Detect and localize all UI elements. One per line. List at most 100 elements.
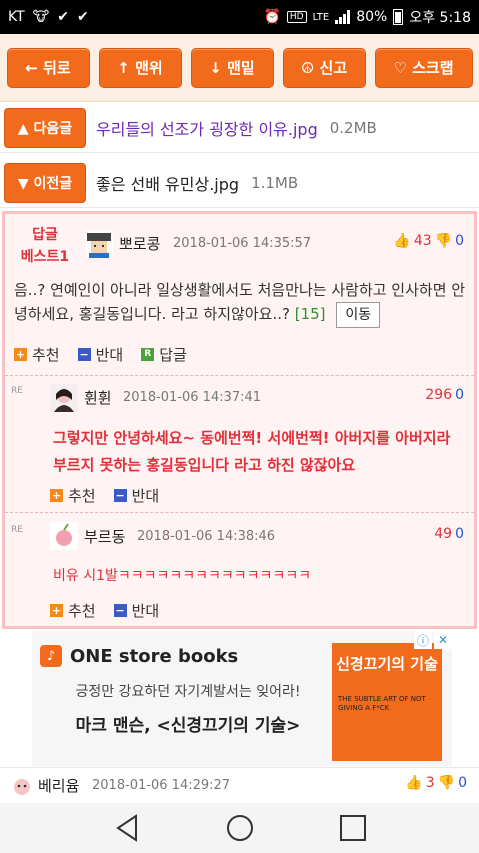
sub-reply-votes: 49 0	[434, 526, 464, 542]
sub-reply-text: 그렇지만 안녕하세요~ 동에번쩍! 서에번쩍! 아버지를 아버지라 부르지 못하…	[53, 429, 451, 474]
oppose-label: 반대	[95, 346, 124, 364]
reply-votes: 👍 43 👎 0	[393, 233, 464, 249]
prev-post-size: 1.1MB	[251, 173, 299, 192]
home-nav-icon[interactable]	[225, 813, 255, 843]
oppose-button[interactable]: − 반대	[77, 344, 124, 365]
status-bar: KT 🐮 ✔ ✔ ⏰ HD LTE 80% 오후 5:18	[0, 0, 479, 34]
best-reply-label: 답글 베스트1	[13, 224, 77, 268]
reply-icon: R	[141, 348, 155, 361]
up-count: 49	[434, 526, 453, 542]
thumbs-down-icon: 👎	[437, 775, 456, 791]
reply-text: 음..? 연예인이 아니라 일상생활에서도 처음만나는 사람하고 인사하면 안녕…	[14, 278, 466, 328]
up-count: 3	[425, 775, 435, 791]
recents-nav-icon[interactable]	[338, 813, 368, 843]
reply-date: 2018-01-06 14:35:57	[173, 236, 312, 251]
clock: 오후 5:18	[409, 10, 471, 26]
sub-reply-actions: + 추천 − 반대	[50, 485, 159, 506]
thumbs-up-icon: 👍	[393, 233, 411, 249]
best-label-line2: 베스트1	[20, 249, 70, 265]
reply-author[interactable]: 뽀로콩	[119, 233, 160, 254]
recommend-button[interactable]: + 추천	[50, 485, 96, 506]
ad-banner[interactable]: ♪ ONE store books 긍정만 강요하던 자기계발서는 잊어라! 마…	[32, 631, 452, 766]
re-icon: RE	[11, 525, 23, 535]
close-icon[interactable]: ✕	[434, 631, 452, 649]
cow-icon: 🐮	[32, 9, 50, 25]
reply-actions: + 추천 − 반대 R 답글	[14, 344, 187, 365]
prev-post-button[interactable]: ▼ 이전글	[4, 162, 86, 203]
check-icon: ✔	[76, 9, 89, 25]
info-icon[interactable]: ⓘ	[414, 631, 432, 649]
best-label-line1: 답글	[32, 227, 58, 243]
back-nav-icon[interactable]	[112, 813, 142, 843]
hd-icon: HD	[286, 11, 307, 23]
re-icon: RE	[11, 386, 23, 396]
oppose-label: 반대	[131, 487, 160, 505]
recommend-label: 추천	[32, 346, 60, 364]
lte-icon: LTE	[312, 11, 330, 23]
avatar[interactable]	[85, 230, 113, 258]
recommend-label: 추천	[68, 602, 96, 620]
ad-controls: ⓘ ✕	[414, 631, 452, 649]
sub-reply-author[interactable]: 휜휜	[84, 387, 112, 408]
sub-reply-text: 비유 시1발ㅋㅋㅋㅋㅋㅋㅋㅋㅋㅋㅋㅋㅋㅋㅋ	[53, 568, 312, 584]
battery-percent: 80%	[356, 9, 388, 25]
down-count: 0	[455, 387, 464, 403]
ad-line2: 마크 맨슨, <신경끄기의 기술>	[75, 716, 301, 736]
avatar[interactable]	[50, 522, 78, 550]
best-reply-box: 답글 베스트1 뽀로콩 2018-01-06 14:35:57 👍 43 👎 0…	[2, 211, 477, 629]
comment-author[interactable]: 베리윰	[38, 775, 79, 796]
ad-line1: 긍정만 강요하던 자기계발서는 잊어라!	[75, 684, 301, 700]
prev-post-link[interactable]: 좋은 선배 유민상.jpg	[96, 171, 239, 195]
sub-reply: RE 휜휜 2018-01-06 14:37:41 296 0 그렇지만 안녕하…	[5, 375, 474, 512]
comment-votes: 👍 3 👎 0	[405, 775, 467, 791]
reply-button[interactable]: R 답글	[141, 344, 187, 365]
ad-brand: ONE store books	[70, 645, 239, 667]
onestore-icon: ♪	[40, 645, 62, 667]
scroll-bottom-button[interactable]: ↓ 맨밑	[190, 47, 274, 88]
report-button[interactable]: ☮ 신고	[282, 47, 366, 88]
sub-reply-date: 2018-01-06 14:38:46	[137, 529, 276, 544]
reply-count: [15]	[294, 305, 326, 323]
alarm-icon: ⏰	[263, 9, 281, 25]
down-count: 0	[458, 775, 467, 791]
thumbs-up-icon: 👍	[405, 775, 423, 791]
ad-book-subtitle: THE SUBTLE ART OF NOT GIVING A F*CK	[338, 695, 426, 712]
recommend-button[interactable]: + 추천	[50, 600, 96, 621]
minus-icon: −	[113, 604, 127, 617]
avatar[interactable]	[50, 384, 78, 412]
up-count: 43	[413, 233, 432, 249]
scrap-button[interactable]: ♡ 스크랩	[374, 47, 473, 88]
recommend-label: 추천	[68, 487, 96, 505]
move-button[interactable]: 이동	[336, 302, 381, 328]
post-toolbar: ← 뒤로 ↑ 맨위 ↓ 맨밑 ☮ 신고 ♡ 스크랩	[0, 34, 479, 102]
oppose-button[interactable]: − 반대	[113, 600, 160, 621]
avatar[interactable]	[8, 772, 36, 800]
scroll-top-button[interactable]: ↑ 맨위	[98, 47, 182, 88]
ad-book-cover: 신경끄기의 기술 THE SUBTLE ART OF NOT GIVING A …	[332, 643, 442, 761]
down-count: 0	[455, 526, 464, 542]
reply-body: 음..? 연예인이 아니라 일상생활에서도 처음만나는 사람하고 인사하면 안녕…	[14, 281, 466, 323]
recommend-button[interactable]: + 추천	[14, 344, 60, 365]
android-nav-bar	[0, 803, 479, 853]
sub-reply-votes: 296 0	[425, 387, 464, 403]
minus-icon: −	[113, 489, 127, 502]
carrier-label: KT	[8, 9, 25, 25]
sub-reply-actions: + 추천 − 반대	[50, 600, 159, 621]
up-count: 296	[425, 387, 453, 403]
next-post-size: 0.2MB	[329, 118, 377, 137]
sub-reply-author[interactable]: 부르동	[84, 526, 125, 547]
next-post-button[interactable]: ▲ 다음글	[4, 107, 86, 148]
comment-date: 2018-01-06 14:29:27	[92, 778, 231, 793]
back-button[interactable]: ← 뒤로	[6, 47, 90, 88]
sub-reply: RE 부르동 2018-01-06 14:38:46 49 0 비유 시1발ㅋㅋ…	[5, 512, 474, 626]
ad-logo: ♪ ONE store books	[40, 645, 238, 667]
oppose-label: 반대	[131, 602, 160, 620]
check-icon: ✔	[57, 9, 69, 25]
sub-reply-date: 2018-01-06 14:37:41	[123, 390, 262, 405]
minus-icon: −	[77, 348, 91, 361]
down-count: 0	[455, 233, 464, 249]
next-post-link[interactable]: 우리들의 선조가 굉장한 이유.jpg	[96, 116, 318, 140]
oppose-button[interactable]: − 반대	[113, 485, 160, 506]
plus-icon: +	[50, 604, 63, 617]
reply-label: 답글	[159, 346, 187, 364]
